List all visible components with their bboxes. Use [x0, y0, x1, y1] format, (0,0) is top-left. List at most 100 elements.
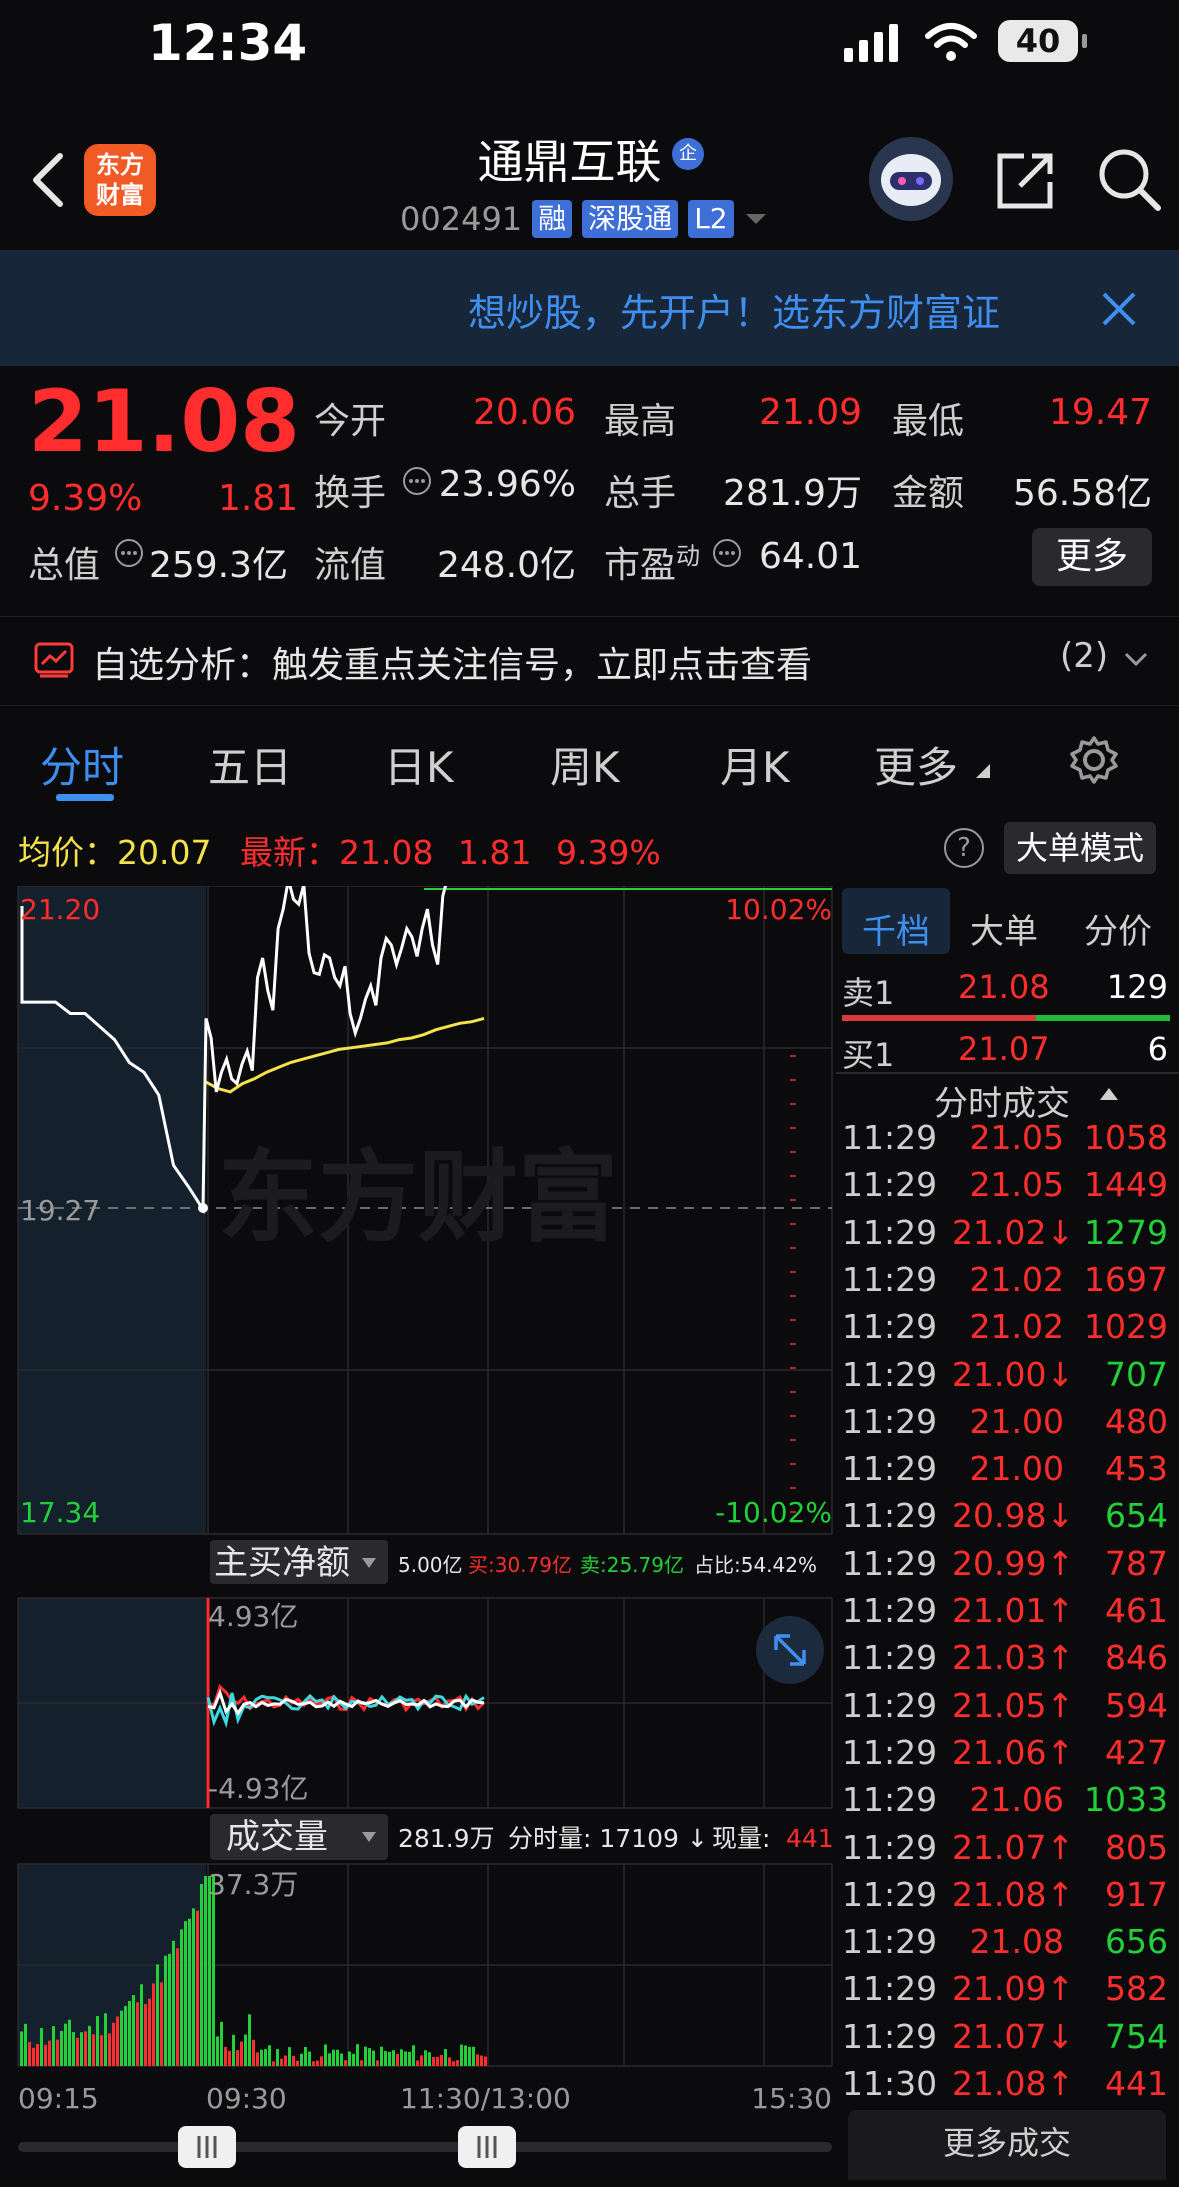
intraday-chart[interactable]: 东方财富 21.20 19.27 17.34 10.02% -10.02% 主买… — [0, 886, 838, 2187]
tick-volume: 427 — [1105, 1732, 1168, 1772]
tick-row: 11:29 21.08 656 — [842, 1922, 1168, 1969]
tick-row: 11:29 21.03↑ 846 — [842, 1638, 1168, 1685]
tick-row: 11:29 20.99↑ 787 — [842, 1544, 1168, 1591]
high-value: 21.09 — [758, 392, 862, 433]
volume-bar — [360, 2060, 363, 2066]
chevron-down-icon[interactable] — [744, 211, 768, 227]
volume-bar — [64, 2023, 67, 2066]
float-cap-value: 248.0亿 — [436, 545, 576, 586]
latest-pct: 9.39% — [555, 833, 661, 872]
volume-bar — [76, 2037, 79, 2066]
open-label: 今开 — [314, 401, 387, 442]
volume-bar — [120, 2010, 123, 2066]
volume-bar — [364, 2046, 367, 2066]
volume-bar — [124, 2006, 127, 2066]
netbuy-total: 5.00亿 — [398, 1553, 463, 1577]
tick-time: 11:29 — [842, 1165, 938, 1205]
share-icon[interactable] — [994, 148, 1058, 212]
tick-price: 21.08 — [969, 1922, 1064, 1962]
promo-banner-text[interactable]: 想炒股，先开户！选东方财富证 — [468, 282, 1058, 337]
tab-more[interactable]: 更多 — [874, 734, 958, 795]
tab-weekly-k[interactable]: 周K — [550, 734, 620, 795]
info-dots-icon[interactable] — [712, 538, 742, 568]
volume-bar — [44, 2044, 47, 2066]
volume-bar — [100, 2035, 103, 2066]
tab-big-orders[interactable]: 大单 — [970, 904, 1038, 953]
close-icon[interactable] — [1100, 290, 1138, 328]
more-ticks-button[interactable]: 更多成交 — [848, 2110, 1166, 2180]
gear-icon[interactable] — [1068, 734, 1120, 786]
volume-bar — [388, 2051, 391, 2066]
tick-row: 11:29 20.98↓ 654 — [842, 1496, 1168, 1543]
volume-bar — [152, 1983, 155, 2066]
volume-now-label: 现量: — [712, 1824, 770, 1853]
tab-intraday[interactable]: 分时 — [40, 734, 124, 795]
tick-time: 11:29 — [842, 1307, 938, 1347]
tick-time: 11:29 — [842, 1732, 938, 1772]
volume-bar — [32, 2047, 35, 2066]
tick-time: 11:29 — [842, 1543, 938, 1583]
volume-bar — [460, 2044, 463, 2066]
signal-text[interactable]: 自选分析：触发重点关注信号，立即点击查看 — [92, 636, 812, 688]
volume-bar — [260, 2049, 263, 2066]
volume-total: 281.9万 — [398, 1824, 495, 1853]
stock-code: 002491 — [400, 200, 523, 238]
volume-period: 分时量: 17109 ↓ — [508, 1824, 708, 1853]
volume-bar — [172, 1940, 175, 2066]
netbuy-ratio: 占比:54.42% — [694, 1553, 817, 1577]
volume-label: 总手 — [604, 473, 677, 514]
volume-bar — [112, 2022, 115, 2066]
tab-daily-k[interactable]: 日K — [384, 734, 454, 795]
volume-bar — [324, 2044, 327, 2066]
status-time: 12:34 — [148, 14, 308, 72]
ask1-volume: 129 — [1106, 968, 1168, 1006]
help-icon[interactable]: ? — [944, 828, 984, 868]
enterprise-badge: 企 — [672, 138, 704, 170]
tick-time: 11:29 — [842, 1401, 938, 1441]
more-quote-button[interactable]: 更多 — [1032, 528, 1152, 586]
tick-row: 11:29 21.02 1029 — [842, 1307, 1168, 1354]
volume-bar — [24, 2023, 27, 2066]
signal-count[interactable]: (2) — [1060, 636, 1108, 676]
open-value: 20.06 — [472, 392, 576, 433]
robot-assistant-icon[interactable] — [868, 136, 954, 222]
change-percent: 9.39% — [28, 478, 143, 519]
tab-order-book[interactable]: 千档 — [862, 904, 930, 953]
volume-bar — [292, 2055, 295, 2066]
volume-bar — [140, 1984, 143, 2066]
volume-bar — [468, 2046, 471, 2066]
tick-price: 21.08↑ — [952, 1874, 1075, 1914]
volume-bar — [244, 2034, 247, 2066]
volume-bar — [108, 2033, 111, 2066]
volume-bar — [200, 1883, 203, 2066]
big-order-mode-button[interactable]: 大单模式 — [1004, 822, 1156, 874]
tick-time: 11:29 — [842, 1449, 938, 1489]
tick-volume: 441 — [1105, 2064, 1168, 2103]
netbuy-axis-top: 4.93亿 — [208, 1600, 298, 1633]
volume-bar — [384, 2051, 387, 2066]
tick-row: 11:29 21.07↓ 754 — [842, 2017, 1168, 2064]
tag-level2: L2 — [688, 200, 734, 238]
sort-up-icon[interactable] — [1100, 1088, 1118, 1100]
info-dots-icon[interactable] — [402, 466, 432, 496]
volume-bar — [424, 2050, 427, 2066]
tick-row: 11:29 21.01↑ 461 — [842, 1591, 1168, 1638]
volume-bar — [484, 2056, 487, 2066]
tick-time: 11:29 — [842, 1874, 938, 1914]
chevron-down-icon[interactable] — [1124, 652, 1148, 668]
info-dots-icon[interactable] — [114, 538, 144, 568]
tick-time: 11:29 — [842, 1685, 938, 1725]
tick-price: 21.05 — [969, 1165, 1064, 1205]
volume-bar — [168, 1953, 171, 2066]
volume-now: 441 — [786, 1824, 834, 1853]
tab-five-day[interactable]: 五日 — [208, 734, 292, 795]
tab-price-distribution[interactable]: 分价 — [1084, 904, 1152, 953]
tick-volume: 453 — [1105, 1449, 1168, 1489]
tick-volume: 480 — [1105, 1401, 1168, 1441]
volume-bar — [104, 2013, 107, 2066]
volume-bar — [132, 1995, 135, 2066]
tab-monthly-k[interactable]: 月K — [720, 734, 790, 795]
tick-time: 11:30 — [842, 2064, 938, 2103]
search-icon[interactable] — [1096, 146, 1162, 212]
volume-bar — [328, 2053, 331, 2066]
